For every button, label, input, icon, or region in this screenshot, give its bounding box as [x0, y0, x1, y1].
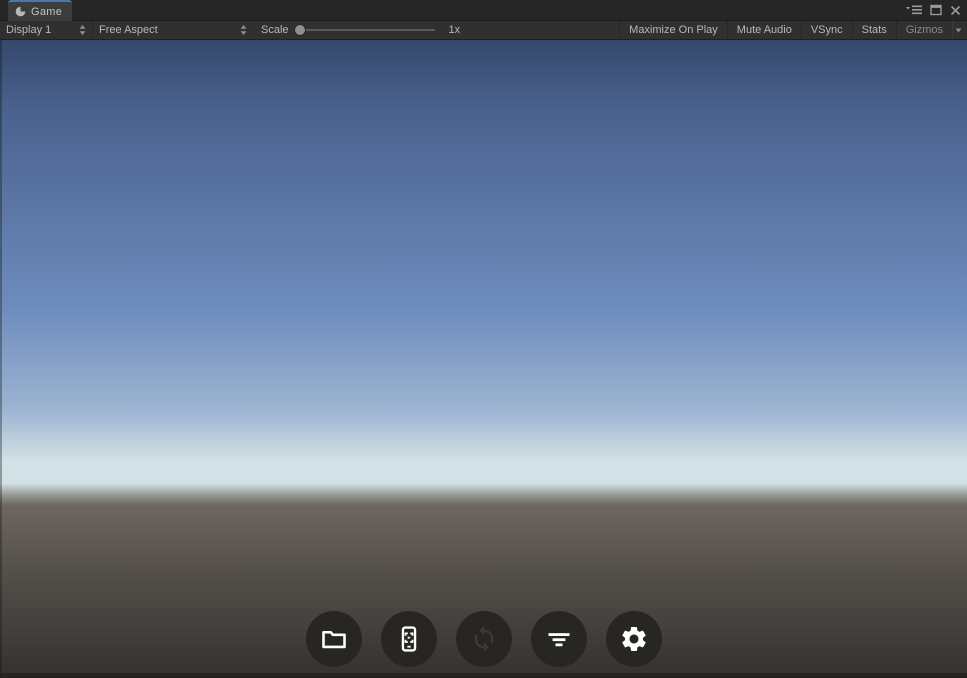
folder-button[interactable] — [305, 611, 362, 667]
scale-slider-track — [294, 29, 435, 31]
refresh-button[interactable] — [455, 611, 512, 667]
vsync-button[interactable]: VSync — [800, 21, 852, 39]
updown-arrow-icon — [240, 25, 247, 35]
stats-label: Stats — [861, 24, 887, 36]
window-bottom-edge — [0, 673, 967, 678]
chevron-down-icon — [955, 28, 962, 32]
mute-audio-button[interactable]: Mute Audio — [726, 21, 801, 39]
device-scan-icon — [401, 626, 416, 652]
mute-audio-label: Mute Audio — [736, 24, 792, 36]
folder-icon — [321, 630, 346, 649]
settings-button[interactable] — [605, 611, 662, 667]
window-menu-icon[interactable] — [906, 3, 922, 17]
game-toolbar: Display 1 Free Aspect Scale 1x Maximize … — [0, 21, 967, 40]
gizmos-dropdown-arrow[interactable] — [952, 21, 967, 39]
display-dropdown-label: Display 1 — [6, 24, 52, 36]
scale-label: Scale — [261, 24, 289, 36]
aspect-dropdown-label: Free Aspect — [99, 24, 158, 36]
gizmos-label: Gizmos — [905, 24, 943, 36]
gear-icon — [621, 627, 646, 651]
display-dropdown[interactable]: Display 1 — [0, 21, 92, 39]
maximize-on-play-button[interactable]: Maximize On Play — [619, 21, 727, 39]
scale-slider-handle[interactable] — [294, 25, 305, 35]
maximize-icon[interactable] — [930, 3, 942, 17]
tab-label: Game — [31, 5, 63, 18]
filter-icon — [548, 633, 569, 647]
game-viewport[interactable] — [0, 40, 967, 678]
vsync-label: VSync — [810, 24, 843, 36]
viewport-left-edge — [0, 40, 2, 678]
refresh-icon — [474, 626, 493, 652]
device-scan-button[interactable] — [380, 611, 437, 667]
scale-slider[interactable] — [294, 24, 435, 36]
stats-button[interactable]: Stats — [851, 21, 896, 39]
aspect-dropdown[interactable]: Free Aspect — [93, 21, 253, 39]
action-bar — [0, 611, 967, 667]
updown-arrow-icon — [79, 25, 86, 35]
filter-button[interactable] — [530, 611, 587, 667]
tab-strip: Game — [0, 0, 967, 21]
unity-game-window: Game Display 1 Free Aspect Scale 1x Maxi… — [0, 0, 967, 678]
tab-game[interactable]: Game — [8, 0, 73, 21]
close-icon[interactable] — [950, 3, 961, 17]
gizmos-button[interactable]: Gizmos — [895, 21, 952, 39]
scale-value: 1x — [448, 24, 461, 36]
game-view-icon — [15, 6, 26, 17]
maximize-on-play-label: Maximize On Play — [629, 24, 718, 36]
